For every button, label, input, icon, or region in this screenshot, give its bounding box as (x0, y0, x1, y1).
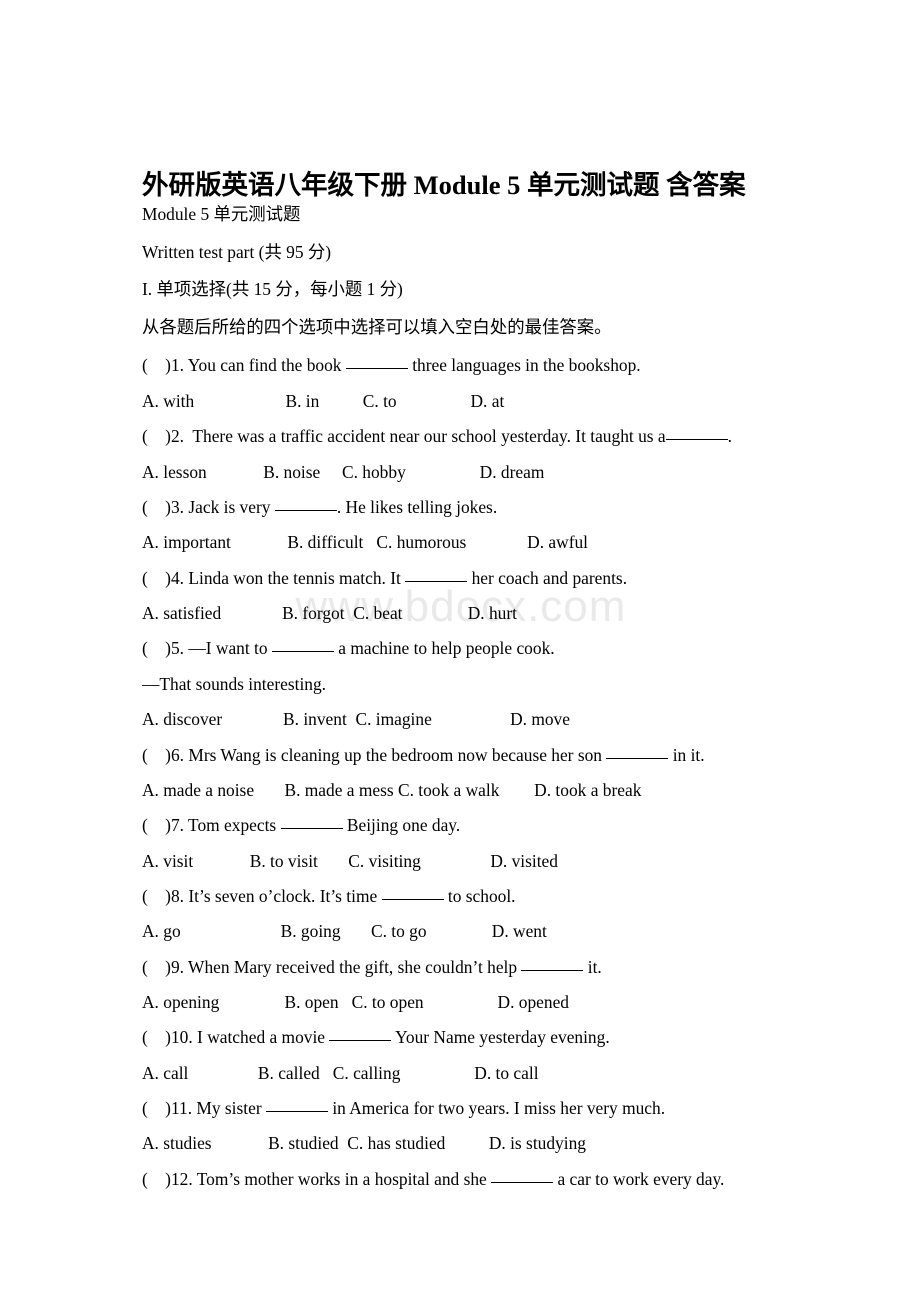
question-stem: ( )12. Tom’s mother works in a hospital … (142, 1168, 724, 1190)
question-options: A. made a noise B. made a mess C. took a… (142, 780, 642, 800)
answer-blank (491, 1170, 554, 1183)
question-stem: ( )2. There was a traffic accident near … (142, 425, 732, 447)
question-stem: ( )7. Tom expects Beijing one day. (142, 814, 460, 836)
document-page: 外研版英语八年级下册 Module 5 单元测试题 含答案 Module 5 单… (0, 0, 920, 1302)
question-stem-pre: ( )10. I watched a movie (142, 1027, 330, 1047)
question-stem-pre: ( )4. Linda won the tennis match. It (142, 568, 406, 588)
page-title: 外研版英语八年级下册 Module 5 单元测试题 含答案 (142, 169, 746, 200)
question-options: A. with B. in C. to D. at (142, 391, 505, 411)
question-stem-pre: ( )1. You can find the book (142, 355, 346, 375)
answer-blank (265, 1099, 328, 1112)
answer-blank (606, 746, 669, 759)
section-heading-multiple-choice: I. 单项选择(共 15 分，每小题 1 分) (142, 279, 403, 299)
answer-blank (345, 356, 408, 369)
answer-blank (521, 958, 584, 971)
question-stem-pre: ( )11. My sister (142, 1098, 266, 1118)
subtitle-line: Module 5 单元测试题 (142, 204, 301, 224)
question-options: A. go B. going C. to go D. went (142, 921, 547, 941)
question-stem-post: a machine to help people cook. (333, 638, 555, 658)
question-stem-post: her coach and parents. (467, 568, 628, 588)
question-stem-post: Beijing one day. (342, 815, 461, 835)
question-stem-post: in America for two years. I miss her ver… (327, 1098, 666, 1118)
answer-blank (280, 816, 343, 829)
question-stem: ( )3. Jack is very . He likes telling jo… (142, 496, 497, 518)
question-stem-post: a car to work every day. (553, 1169, 725, 1189)
written-test-part-line: Written test part (共 95 分) (142, 242, 332, 262)
question-stem-post: to school. (443, 886, 516, 906)
question-stem: ( )9. When Mary received the gift, she c… (142, 956, 602, 978)
question-stem: ( )8. It’s seven o’clock. It’s time to s… (142, 885, 516, 907)
question-options: A. call B. called C. calling D. to call (142, 1063, 539, 1083)
answer-blank (271, 639, 334, 652)
question-stem-pre: ( )2. There was a traffic accident near … (142, 426, 666, 446)
section-instructions: 从各题后所给的四个选项中选择可以填入空白处的最佳答案。 (142, 317, 612, 337)
question-stem-post: it. (583, 957, 602, 977)
answer-blank (665, 427, 728, 440)
question-stem-pre: ( )7. Tom expects (142, 815, 281, 835)
question-stem-post: . He likes telling jokes. (336, 497, 498, 517)
question-stem: ( )11. My sister in America for two year… (142, 1097, 665, 1119)
question-stem-pre: ( )5. —I want to (142, 638, 272, 658)
question-stem: ( )10. I watched a movie Your Name yeste… (142, 1026, 610, 1048)
question-stem-pre: ( )8. It’s seven o’clock. It’s time (142, 886, 382, 906)
answer-blank (329, 1028, 392, 1041)
question-options: A. satisfied B. forgot C. beat D. hurt (142, 603, 517, 623)
question-stem-pre: ( )12. Tom’s mother works in a hospital … (142, 1169, 492, 1189)
question-options: A. important B. difficult C. humorous D.… (142, 532, 589, 552)
question-options: A. opening B. open C. to open D. opened (142, 992, 569, 1012)
question-stem: ( )4. Linda won the tennis match. It her… (142, 567, 627, 589)
question-stem: ( )5. —I want to a machine to help peopl… (142, 637, 555, 659)
question-stem-pre: ( )6. Mrs Wang is cleaning up the bedroo… (142, 745, 607, 765)
question-options: A. studies B. studied C. has studied D. … (142, 1133, 586, 1153)
question-options: A. visit B. to visit C. visiting D. visi… (142, 851, 558, 871)
question-stem-post: in it. (668, 745, 705, 765)
question-stem-pre: ( )3. Jack is very (142, 497, 275, 517)
answer-blank (274, 498, 337, 511)
answer-blank (405, 569, 468, 582)
question-stem-post: three languages in the bookshop. (407, 355, 641, 375)
question-options: A. discover B. invent C. imagine D. move (142, 709, 570, 729)
question-stem: ( )6. Mrs Wang is cleaning up the bedroo… (142, 744, 705, 766)
question-stem-continuation: —That sounds interesting. (142, 674, 327, 694)
answer-blank (381, 887, 444, 900)
question-options: A. lesson B. noise C. hobby D. dream (142, 462, 545, 482)
question-stem-post: Your Name yesterday evening. (391, 1027, 610, 1047)
question-stem: ( )1. You can find the book three langua… (142, 354, 641, 376)
question-stem-post: . (727, 426, 732, 446)
question-stem-pre: ( )9. When Mary received the gift, she c… (142, 957, 522, 977)
